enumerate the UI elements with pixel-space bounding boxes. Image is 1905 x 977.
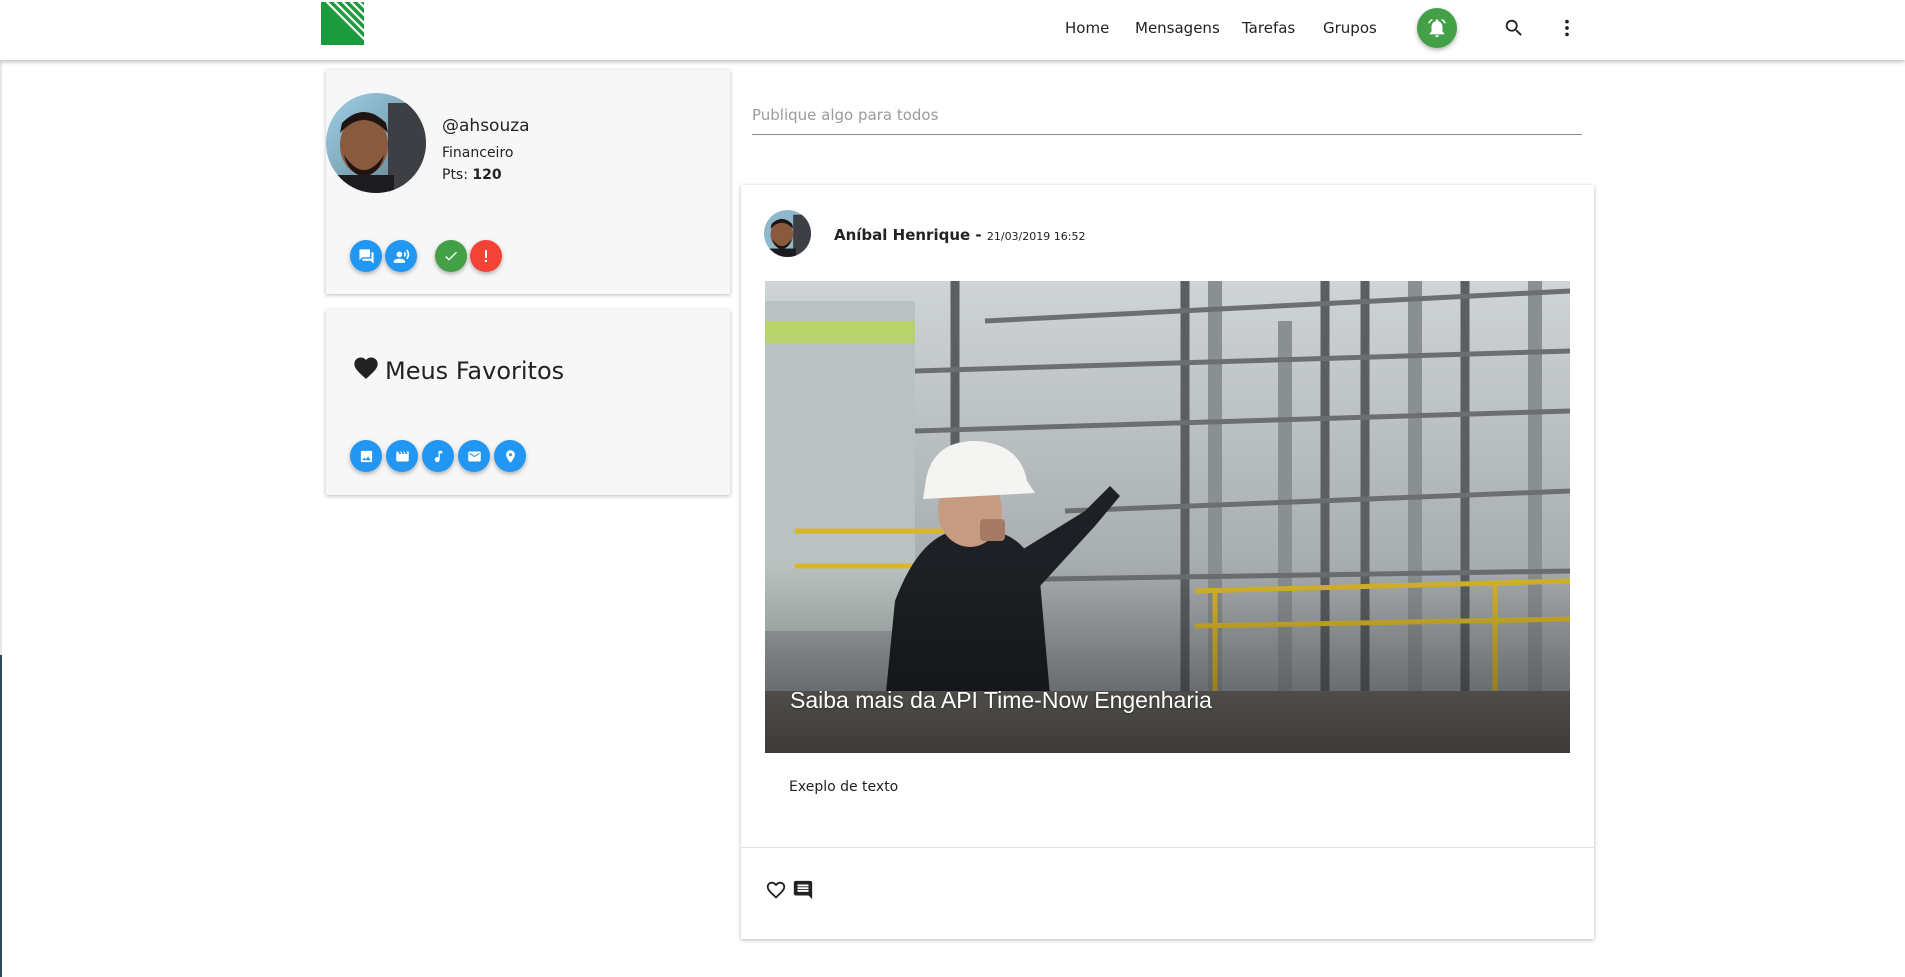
post-image[interactable]: Saiba mais da API Time-Now Engenharia xyxy=(765,281,1570,753)
favorites-card: Meus Favoritos xyxy=(326,310,730,495)
fav-location-button[interactable] xyxy=(494,440,526,472)
location-icon xyxy=(505,449,515,463)
like-button[interactable] xyxy=(765,879,787,901)
notifications-button[interactable] xyxy=(1417,8,1457,48)
fav-images-button[interactable] xyxy=(350,440,382,472)
check-icon xyxy=(445,251,457,261)
mail-icon xyxy=(467,451,481,461)
top-navbar: Home Mensagens Tarefas Grupos xyxy=(0,0,1905,60)
post-text: Exeplo de texto xyxy=(789,779,899,795)
nav-tarefas[interactable]: Tarefas xyxy=(1242,19,1295,37)
post-date: 21/03/2019 16:52 xyxy=(986,230,1086,243)
nav-home[interactable]: Home xyxy=(1065,19,1109,37)
image-icon xyxy=(360,450,372,462)
window-edge-dark xyxy=(0,655,2,977)
fav-mail-button[interactable] xyxy=(458,440,490,472)
profile-avatar[interactable] xyxy=(326,93,426,193)
profile-username: @ahsouza xyxy=(442,116,530,136)
post-author-name[interactable]: Aníbal Henrique xyxy=(834,226,970,244)
post-card: Aníbal Henrique - 21/03/2019 16:52 Saiba… xyxy=(741,185,1594,939)
heart-icon xyxy=(354,357,378,379)
messages-button[interactable] xyxy=(350,240,382,272)
music-icon xyxy=(434,450,442,462)
profile-card: @ahsouza Financeiro Pts: 120 xyxy=(326,70,730,294)
post-divider xyxy=(741,847,1594,848)
tasks-done-button[interactable] xyxy=(435,240,467,272)
voice-button[interactable] xyxy=(385,240,417,272)
fav-music-button[interactable] xyxy=(422,440,454,472)
industrial-photo xyxy=(765,281,1570,753)
publish-input[interactable] xyxy=(752,96,1582,135)
profile-department: Financeiro xyxy=(442,145,514,161)
more-menu-button[interactable] xyxy=(1553,14,1581,42)
post-separator: - xyxy=(970,226,987,244)
movie-icon xyxy=(395,451,409,461)
points-value: 120 xyxy=(472,167,502,183)
points-label: Pts: xyxy=(442,167,468,183)
fav-movies-button[interactable] xyxy=(386,440,418,472)
post-header: Aníbal Henrique - 21/03/2019 16:52 xyxy=(834,226,1085,244)
bell-icon xyxy=(1428,18,1446,38)
profile-points: Pts: 120 xyxy=(442,167,502,183)
alerts-button[interactable] xyxy=(470,240,502,272)
post-author-avatar[interactable] xyxy=(764,210,811,257)
nav-grupos[interactable]: Grupos xyxy=(1323,19,1377,37)
nav-mensagens[interactable]: Mensagens xyxy=(1135,19,1220,37)
post-image-caption: Saiba mais da API Time-Now Engenharia xyxy=(790,687,1212,713)
brand-logo[interactable] xyxy=(321,2,364,45)
search-icon xyxy=(1505,19,1522,36)
chat-icon xyxy=(358,248,374,264)
author-avatar-image xyxy=(764,210,811,257)
comment-button[interactable] xyxy=(792,879,814,901)
alert-icon xyxy=(484,250,488,263)
avatar-image xyxy=(326,93,426,193)
favorites-title: Meus Favoritos xyxy=(385,357,565,385)
search-button[interactable] xyxy=(1500,14,1528,42)
more-vert-icon xyxy=(1565,19,1569,37)
record-voice-icon xyxy=(393,248,409,263)
